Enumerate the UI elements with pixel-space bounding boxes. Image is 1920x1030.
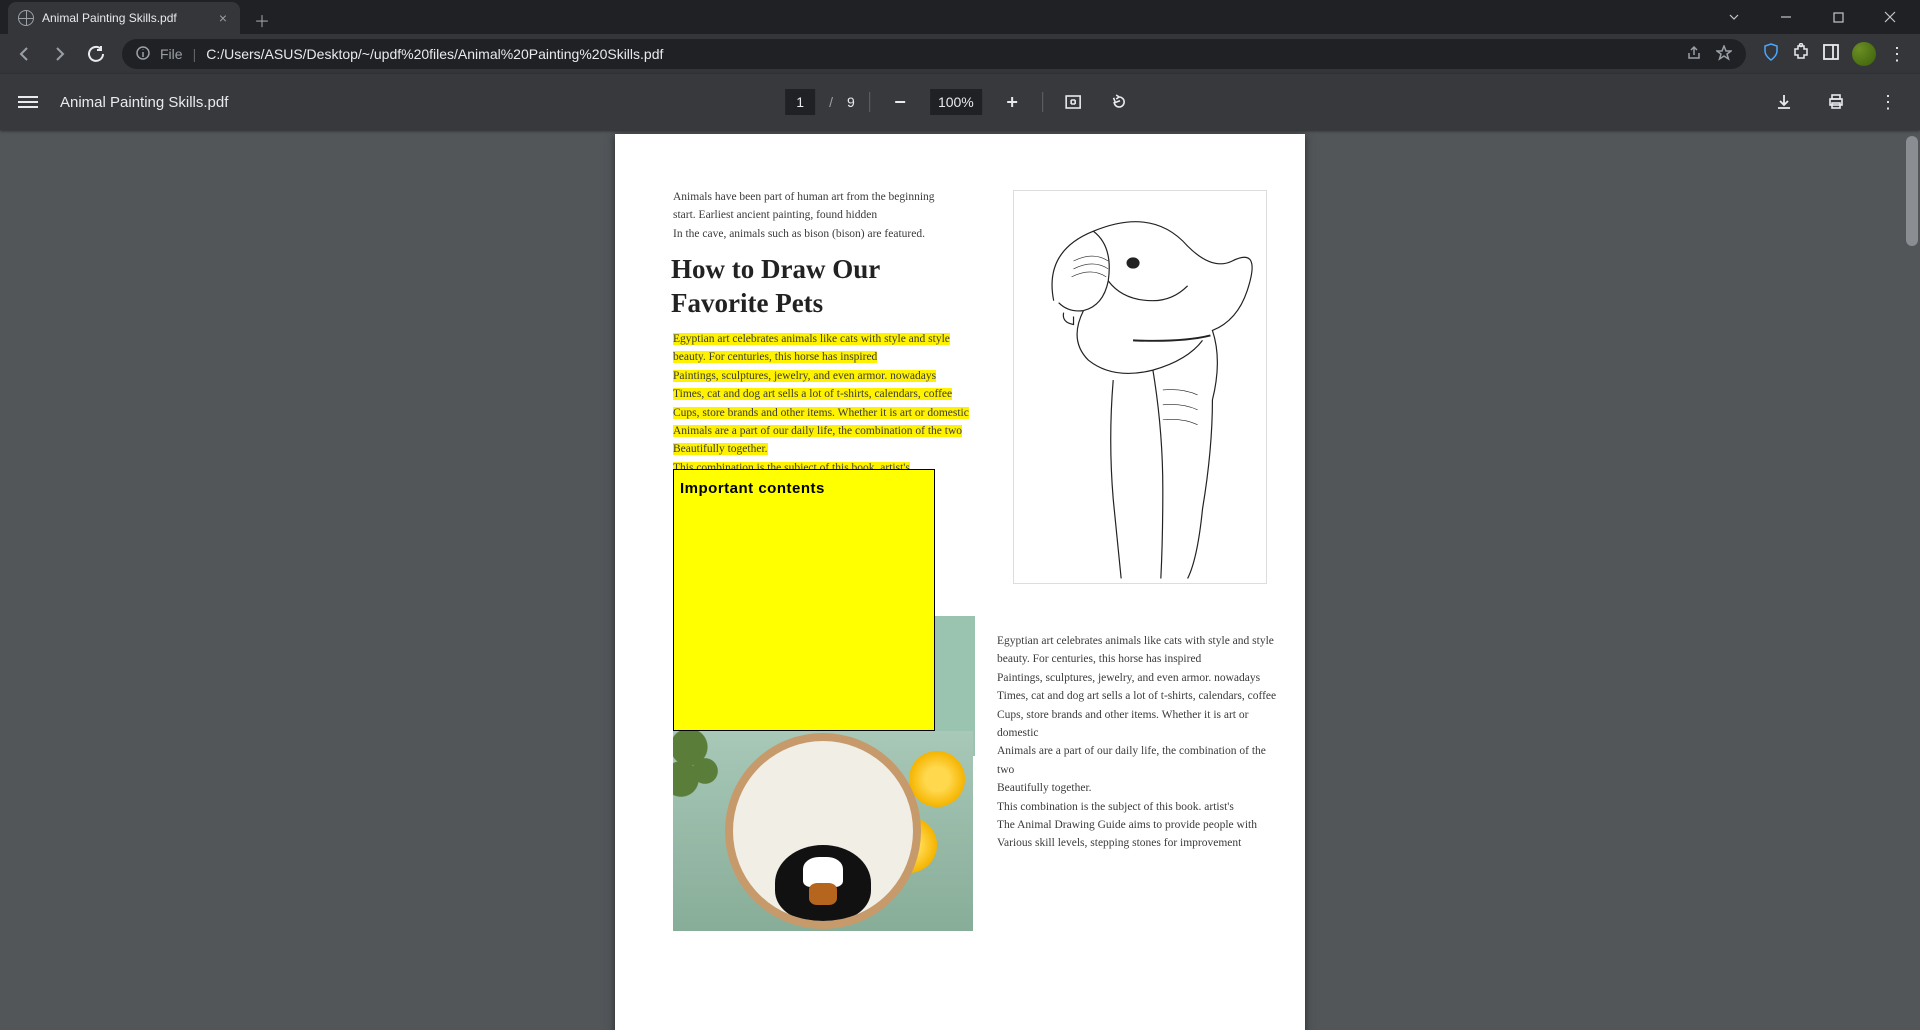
text-line: Paintings, sculptures, jewelry, and even… xyxy=(997,669,1281,687)
dog-sketch-image xyxy=(1013,190,1267,584)
window-controls xyxy=(1712,0,1920,34)
site-info-icon[interactable] xyxy=(136,46,150,63)
text-line: Times, cat and dog art sells a lot of t-… xyxy=(997,687,1281,705)
page-number-input[interactable] xyxy=(785,89,815,115)
share-icon[interactable] xyxy=(1686,45,1702,64)
text-line: Egyptian art celebrates animals like cat… xyxy=(997,632,1281,650)
tab-strip: Animal Painting Skills.pdf × ＋ xyxy=(0,0,276,34)
window-minimize-button[interactable] xyxy=(1764,1,1808,33)
divider xyxy=(869,92,870,112)
new-tab-button[interactable]: ＋ xyxy=(248,6,276,34)
pdf-more-icon[interactable]: ⋮ xyxy=(1872,86,1904,118)
zoom-in-button[interactable] xyxy=(996,86,1028,118)
globe-icon xyxy=(18,10,34,26)
divider xyxy=(1042,92,1043,112)
pdf-right-controls: ⋮ xyxy=(1768,86,1904,118)
embroidery-hoop-icon xyxy=(725,733,921,929)
window-maximize-button[interactable] xyxy=(1816,1,1860,33)
tab-search-button[interactable] xyxy=(1712,1,1756,33)
annotation-note[interactable]: Important contents xyxy=(673,469,935,731)
document-title: Animal Painting Skills.pdf xyxy=(60,94,228,111)
embroidery-photo xyxy=(673,731,973,931)
highlighted-paragraph: Egyptian art celebrates animals like cat… xyxy=(673,330,973,477)
text-line: Beautifully together. xyxy=(997,779,1281,797)
url-text: C:/Users/ASUS/Desktop/~/updf%20files/Ani… xyxy=(206,46,663,62)
rotate-button[interactable] xyxy=(1103,86,1135,118)
download-button[interactable] xyxy=(1768,86,1800,118)
avatar[interactable] xyxy=(1852,42,1876,66)
extensions-icon[interactable] xyxy=(1792,43,1810,66)
marigold-icon xyxy=(909,751,965,807)
tab-title: Animal Painting Skills.pdf xyxy=(42,11,208,25)
print-button[interactable] xyxy=(1820,86,1852,118)
page-heading: How to Draw Our Favorite Pets xyxy=(671,252,971,320)
hl-line: Beautifully together. xyxy=(673,443,768,455)
text-line: beauty. For centuries, this horse has in… xyxy=(997,650,1281,668)
intro-line: start. Earliest ancient painting, found … xyxy=(673,206,973,224)
zoom-input[interactable] xyxy=(930,89,982,115)
pdf-viewport[interactable]: Animals have been part of human art from… xyxy=(0,130,1920,1030)
text-line: Various skill levels, stepping stones fo… xyxy=(997,834,1281,852)
nav-forward-button[interactable] xyxy=(44,38,76,70)
url-scheme: File xyxy=(160,46,183,62)
hl-line: Paintings, sculptures, jewelry, and even… xyxy=(673,370,936,382)
text-line: Animals are a part of our daily life, th… xyxy=(997,742,1281,779)
tab-close-icon[interactable]: × xyxy=(216,10,230,26)
intro-line: Animals have been part of human art from… xyxy=(673,188,973,206)
menu-icon[interactable] xyxy=(16,90,40,114)
pdf-page: Animals have been part of human art from… xyxy=(615,134,1305,1030)
page-separator: / xyxy=(829,94,833,110)
text-line: Cups, store brands and other items. Whet… xyxy=(997,706,1281,743)
hl-line: Cups, store brands and other items. Whet… xyxy=(673,407,969,419)
annotation-text: Important contents xyxy=(680,480,825,497)
page-content: Animals have been part of human art from… xyxy=(615,134,1305,1030)
intro-paragraph: Animals have been part of human art from… xyxy=(673,188,973,243)
dog-head-icon xyxy=(775,845,871,921)
address-bar[interactable]: File | C:/Users/ASUS/Desktop/~/updf%20fi… xyxy=(122,39,1746,69)
hl-line: Egyptian art celebrates animals like cat… xyxy=(673,333,950,345)
nav-reload-button[interactable] xyxy=(80,38,112,70)
browser-menu-icon[interactable]: ⋮ xyxy=(1888,44,1906,65)
side-panel-icon[interactable] xyxy=(1822,43,1840,66)
browser-toolbar: File | C:/Users/ASUS/Desktop/~/updf%20fi… xyxy=(0,34,1920,74)
browser-titlebar: Animal Painting Skills.pdf × ＋ xyxy=(0,0,1920,34)
nav-back-button[interactable] xyxy=(8,38,40,70)
pdf-center-controls: / 9 xyxy=(785,86,1135,118)
bookmark-star-icon[interactable] xyxy=(1716,45,1732,64)
hl-line: Animals are a part of our daily life, th… xyxy=(673,425,962,437)
browser-tab[interactable]: Animal Painting Skills.pdf × xyxy=(8,2,240,34)
window-close-button[interactable] xyxy=(1868,1,1912,33)
text-line: This combination is the subject of this … xyxy=(997,798,1281,816)
right-column-paragraph: Egyptian art celebrates animals like cat… xyxy=(997,632,1281,853)
fit-page-button[interactable] xyxy=(1057,86,1089,118)
text-line: The Animal Drawing Guide aims to provide… xyxy=(997,816,1281,834)
pdf-toolbar: Animal Painting Skills.pdf / 9 xyxy=(0,74,1920,130)
heading-line: How to Draw Our xyxy=(671,252,971,286)
page-total: 9 xyxy=(847,94,855,110)
hl-line: Times, cat and dog art sells a lot of t-… xyxy=(673,388,952,400)
extensions-area: ⋮ xyxy=(1756,42,1912,66)
heading-line: Favorite Pets xyxy=(671,286,971,320)
scrollbar-thumb[interactable] xyxy=(1906,136,1918,246)
hl-line: beauty. For centuries, this horse has in… xyxy=(673,351,877,363)
shield-icon[interactable] xyxy=(1762,43,1780,66)
url-separator: | xyxy=(193,46,197,62)
zoom-out-button[interactable] xyxy=(884,86,916,118)
intro-line: In the cave, animals such as bison (biso… xyxy=(673,225,973,243)
